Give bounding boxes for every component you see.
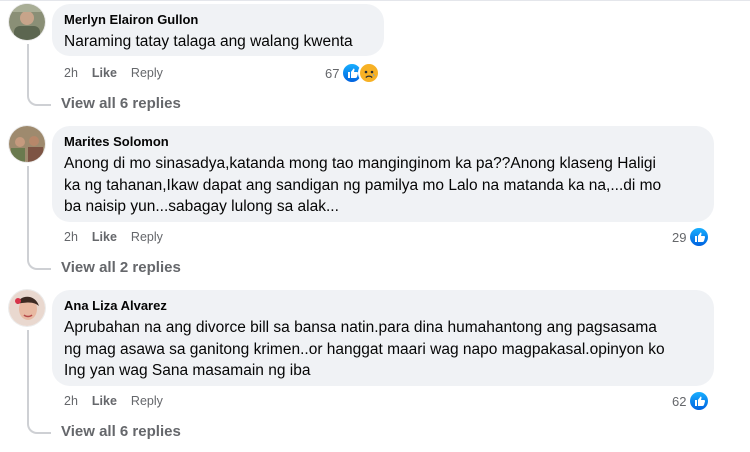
comment-bubble: Marites Solomon Anong di mo sinasadya,ka… xyxy=(52,126,714,222)
comment-actions: 2h Like Reply xyxy=(64,65,163,81)
comment-text-line: Anong di mo sinasadya,katanda mong tao m… xyxy=(64,155,656,172)
view-replies-link[interactable]: View all 6 replies xyxy=(61,423,181,440)
avatar[interactable] xyxy=(9,126,45,162)
like-button[interactable]: Like xyxy=(92,393,117,409)
reaction-summary[interactable]: 67 xyxy=(325,62,381,84)
reaction-summary[interactable]: 62 xyxy=(672,390,711,412)
comment-author[interactable]: Ana Liza Alvarez xyxy=(64,298,702,314)
top-divider xyxy=(0,0,750,1)
reply-button[interactable]: Reply xyxy=(131,229,163,245)
reaction-count: 29 xyxy=(672,229,687,245)
comment-text: Aprubahan na ang divorce bill sa bansa n… xyxy=(64,317,702,382)
thread-line xyxy=(27,166,51,270)
comment-time[interactable]: 2h xyxy=(64,65,78,81)
comment-time[interactable]: 2h xyxy=(64,393,78,409)
comment-text-line: ka ng tahanan,Ikaw dapat ang sandigan ng… xyxy=(64,176,662,194)
thread-line xyxy=(27,44,51,106)
comment-text: Naraming tatay talaga ang walang kwenta xyxy=(64,33,353,50)
view-replies-link[interactable]: View all 6 replies xyxy=(61,95,181,112)
comment-text-line: Ing yan wag Sana masamain ng iba xyxy=(64,362,311,379)
avatar[interactable] xyxy=(9,4,45,40)
like-icon xyxy=(688,226,711,248)
reaction-summary[interactable]: 29 xyxy=(672,226,711,248)
comment-actions: 2h Like Reply xyxy=(64,229,163,245)
comment-actions: 2h Like Reply xyxy=(64,393,163,409)
avatar[interactable] xyxy=(9,290,45,326)
comment-bubble: Merlyn Elairon Gullon Naraming tatay tal… xyxy=(52,4,384,56)
like-button[interactable]: Like xyxy=(92,65,117,81)
comment-author[interactable]: Merlyn Elairon Gullon xyxy=(64,12,372,28)
like-icon xyxy=(688,390,711,412)
comment-text-line: Aprubahan na ang divorce bill sa bansa n… xyxy=(64,319,657,336)
reply-button[interactable]: Reply xyxy=(131,65,163,81)
comment-time[interactable]: 2h xyxy=(64,229,78,245)
reaction-count: 67 xyxy=(325,65,340,81)
reply-button[interactable]: Reply xyxy=(131,393,163,409)
thread-line xyxy=(27,330,51,434)
reaction-count: 62 xyxy=(672,393,687,409)
comment-bubble: Ana Liza Alvarez Aprubahan na ang divorc… xyxy=(52,290,714,386)
comment-text-line: ba naisip yun...sabagay lulong sa alak..… xyxy=(64,198,339,215)
view-replies-link[interactable]: View all 2 replies xyxy=(61,259,181,276)
comment-text: Anong di mo sinasadya,katanda mong tao m… xyxy=(64,153,702,218)
like-button[interactable]: Like xyxy=(92,229,117,245)
sad-icon xyxy=(358,62,381,84)
comment-text-line: ng mag asawa sa ganitong krimen..or hang… xyxy=(64,340,665,358)
comment-author[interactable]: Marites Solomon xyxy=(64,134,702,150)
